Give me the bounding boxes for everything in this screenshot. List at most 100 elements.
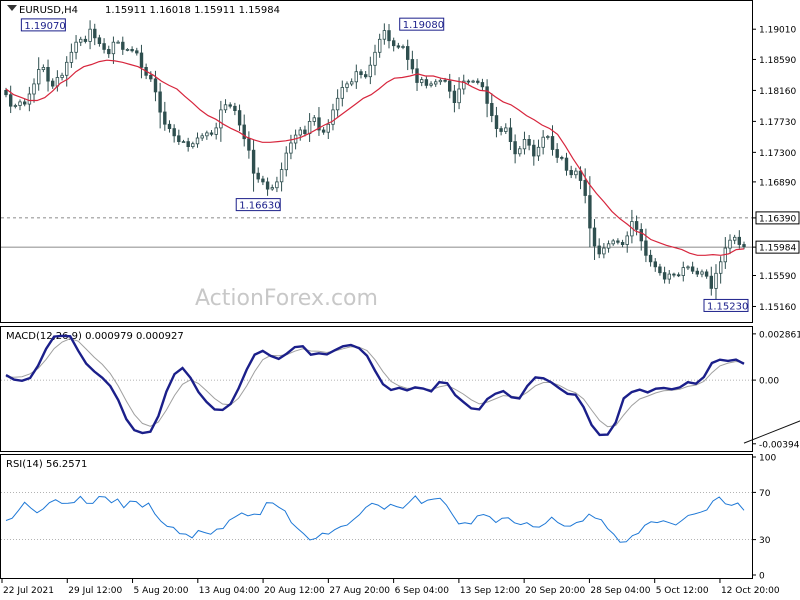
candle-body: [139, 52, 144, 68]
y-tick-label: 1.15590: [759, 272, 796, 282]
candle-body: [728, 239, 732, 249]
candle-body: [504, 127, 508, 132]
candle-body: [298, 129, 302, 136]
candle-body: [401, 46, 405, 48]
candle-body: [518, 148, 522, 155]
x-tick-label: 22 Jul 2021: [3, 586, 54, 596]
y-tick-label: 0: [759, 572, 765, 582]
candle-body: [377, 38, 382, 53]
candle-body: [742, 244, 746, 248]
candle-body: [490, 103, 494, 117]
candle-body: [592, 227, 597, 247]
candle-body: [354, 71, 358, 83]
y-tick-label: 0.00: [759, 377, 779, 387]
candle-body: [32, 83, 36, 95]
candle-body: [541, 136, 545, 148]
candle-body: [737, 236, 741, 245]
candle-body: [686, 266, 690, 269]
watermark: ActionForex.com: [195, 286, 378, 311]
candle-body: [233, 105, 237, 112]
candle-body: [149, 74, 153, 80]
candle-body: [349, 81, 354, 85]
candle-body: [69, 51, 74, 63]
candle-body: [125, 49, 130, 51]
candle-body: [74, 41, 78, 53]
candle-body: [419, 79, 424, 83]
candle-body: [522, 138, 527, 150]
candle-body: [321, 129, 326, 133]
y-tick-label: 0.002861: [759, 330, 800, 340]
candle-body: [107, 49, 111, 55]
y-tick-label: 1.17300: [759, 149, 796, 159]
x-tick-label: 29 Jul 12:00: [68, 586, 122, 596]
candle-body: [620, 241, 625, 245]
candle-body: [167, 123, 172, 130]
candle-body: [480, 82, 485, 88]
ohlc-readout: 1.15911 1.16018 1.15911 1.15984: [105, 5, 280, 16]
price-label-text: 1.19080: [403, 20, 444, 31]
candle-body: [8, 94, 13, 107]
x-tick-label: 13 Aug 04:00: [199, 586, 260, 596]
candle-body: [177, 135, 181, 143]
candle-body: [368, 64, 372, 78]
candle-body: [279, 169, 284, 183]
x-tick-label: 27 Aug 20:00: [329, 586, 390, 596]
y-tick-label: 70: [759, 489, 771, 499]
y-tick-label: 1.15160: [759, 303, 796, 313]
candle-body: [695, 270, 699, 275]
x-tick-label: 13 Sep 12:00: [460, 586, 520, 596]
candle-body: [335, 97, 340, 111]
candle-body: [4, 90, 8, 96]
candle-body: [22, 101, 27, 105]
candle-body: [261, 178, 265, 183]
candle-body: [228, 104, 232, 107]
x-tick-label: 20 Sep 20:00: [525, 586, 585, 596]
candle-body: [391, 40, 396, 47]
candle-body: [424, 79, 429, 86]
candle-body: [284, 152, 288, 171]
x-tick-label: 20 Aug 12:00: [264, 586, 325, 596]
candle-body: [18, 101, 22, 106]
candle-body: [209, 132, 214, 135]
candle-body: [130, 49, 134, 52]
candle-body: [527, 138, 531, 146]
candle-body: [237, 110, 242, 126]
candle-body: [508, 127, 513, 143]
candle-body: [415, 68, 419, 83]
y-axis-labels: 1.19010 1.18590 1.18160 1.17730 1.17300 1.168…: [752, 26, 800, 582]
candle-body: [648, 254, 653, 263]
candle-body: [578, 170, 583, 181]
candle-body: [396, 45, 401, 48]
candle-body: [247, 138, 251, 151]
price-label-text: 1.15230: [707, 301, 748, 312]
x-tick-label: 12 Oct 20:00: [721, 586, 780, 596]
y-tick-label: 1.16390: [759, 214, 796, 224]
candle-body: [270, 187, 274, 190]
candle-body: [79, 38, 83, 43]
candle-body: [275, 181, 279, 189]
candle-body: [672, 273, 676, 276]
y-tick-label: 1.15984: [759, 244, 796, 254]
candle-body: [653, 261, 657, 268]
candle-body: [690, 266, 695, 272]
y-tick-label: 1.19010: [759, 26, 796, 36]
candle-body: [405, 46, 410, 60]
candle-body: [429, 83, 433, 86]
candle-body: [700, 271, 704, 275]
candle-body: [606, 243, 611, 249]
candle-body: [172, 128, 176, 137]
rsi-title: RSI(14) 56.2571: [6, 459, 87, 470]
candle-body: [644, 240, 648, 256]
candle-body: [410, 59, 415, 70]
candle-body: [583, 179, 587, 196]
candle-body: [60, 74, 64, 78]
candle-body: [256, 172, 260, 180]
candle-body: [200, 135, 204, 139]
candle-body: [639, 228, 643, 242]
candle-body: [340, 87, 344, 99]
candle-body: [546, 136, 550, 138]
price-label-text: 1.19070: [24, 21, 65, 32]
candle-body: [555, 149, 559, 158]
candle-body: [345, 83, 349, 88]
symbol-label: EURUSD,H4: [19, 5, 78, 16]
